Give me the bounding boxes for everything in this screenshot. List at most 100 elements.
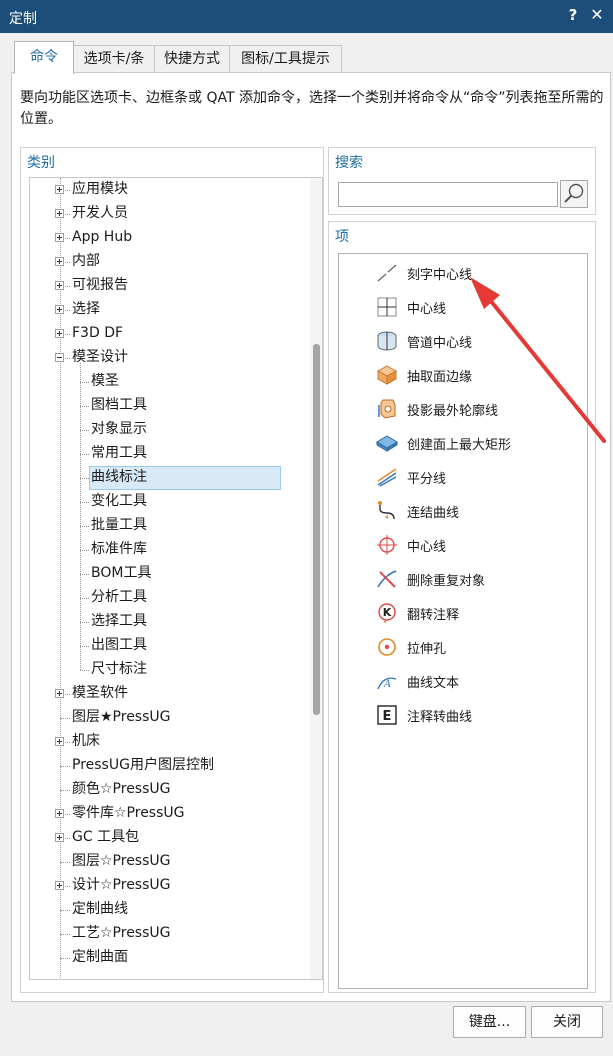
expand-icon[interactable] [55, 281, 64, 290]
bisector-icon [375, 465, 399, 489]
category-group: 类别 应用模块 开发人员 App Hub 内部 可视报告 选择 F3D DF 模圣设计 模圣 图档… [20, 147, 324, 993]
command-item-label: 中心线 [407, 302, 447, 317]
commands-panel: 要向功能区选项卡、边框条或 QAT 添加命令，选择一个类别并将命令从“命令”列表… [11, 72, 611, 1002]
project-outline-icon [375, 397, 399, 421]
tree-item[interactable]: 尺寸标注 [91, 658, 147, 682]
tab-shortcuts[interactable]: 快捷方式 [154, 45, 230, 73]
tree-item[interactable]: 标准件库 [91, 538, 147, 562]
command-item[interactable]: 管道中心线 [339, 325, 587, 357]
command-item-label: 管道中心线 [407, 336, 473, 351]
search-group: 搜索 [328, 147, 596, 215]
command-list[interactable]: 刻字中心线 中心线 管道中心线 抽取面边缘 投影最外轮廓线 创建面上最大矩形 平分线 连结曲线… [338, 253, 588, 989]
tree-item[interactable]: 定制曲面 [72, 946, 128, 970]
command-item[interactable]: 删除重复对象 [339, 563, 587, 595]
tree-item[interactable]: 零件库☆PressUG [72, 802, 185, 826]
instruction-text: 要向功能区选项卡、边框条或 QAT 添加命令，选择一个类别并将命令从“命令”列表… [20, 90, 604, 127]
tree-child-guide-line [80, 363, 81, 670]
tree-item[interactable]: 出图工具 [91, 634, 147, 658]
tree-item[interactable]: 颜色☆PressUG [72, 778, 171, 802]
tree-item[interactable]: 模圣软件 [72, 682, 128, 706]
command-item[interactable]: 平分线 [339, 461, 587, 493]
tree-item[interactable]: 选择 [72, 298, 100, 322]
tree-item[interactable]: 分析工具 [91, 586, 147, 610]
expand-icon[interactable] [55, 329, 64, 338]
annotation-to-curve-icon: E [375, 703, 399, 727]
expand-icon[interactable] [55, 209, 64, 218]
tree-item[interactable]: 应用模块 [72, 178, 128, 202]
command-item[interactable]: 连结曲线 [339, 495, 587, 527]
engrave-centerline-icon [375, 261, 399, 285]
tree-item[interactable]: 机床 [72, 730, 100, 754]
command-item[interactable]: 创建面上最大矩形 [339, 427, 587, 459]
tree-item[interactable]: 模圣 [91, 370, 119, 394]
expand-icon[interactable] [55, 257, 64, 266]
tree-item[interactable]: 批量工具 [91, 514, 147, 538]
command-item-label: 投影最外轮廓线 [407, 404, 499, 419]
help-button[interactable]: ? [565, 6, 581, 24]
expand-icon[interactable] [55, 881, 64, 890]
tree-item[interactable]: PressUG用户图层控制 [72, 754, 214, 778]
tree-item[interactable]: 对象显示 [91, 418, 147, 442]
command-item[interactable]: E 注释转曲线 [339, 699, 587, 731]
search-button[interactable] [560, 180, 588, 208]
tree-item[interactable]: 设计☆PressUG [72, 874, 171, 898]
tree-connector [80, 574, 89, 575]
tree-item[interactable]: 变化工具 [91, 490, 147, 514]
command-item[interactable]: K 翻转注释 [339, 597, 587, 629]
tree-connector [80, 406, 89, 407]
tree-item[interactable]: 开发人员 [72, 202, 128, 226]
svg-text:E: E [383, 709, 392, 724]
tree-connector [60, 934, 70, 935]
collapse-icon[interactable] [55, 353, 64, 362]
command-item[interactable]: 中心线 [339, 291, 587, 323]
flip-annotation-icon: K [375, 601, 399, 625]
tree-item[interactable]: 图层★PressUG [72, 706, 171, 730]
tree-item[interactable]: 曲线标注 [89, 466, 281, 490]
max-rectangle-icon [375, 431, 399, 455]
tree-item[interactable]: GC 工具包 [72, 826, 139, 850]
tree-item[interactable]: 可视报告 [72, 274, 128, 298]
tree-item[interactable]: App Hub [72, 226, 132, 250]
command-item[interactable]: 刻字中心线 [339, 257, 587, 289]
tree-item[interactable]: F3D DF [72, 322, 123, 346]
tab-commands[interactable]: 命令 [14, 41, 74, 74]
command-item[interactable]: 投影最外轮廓线 [339, 393, 587, 425]
expand-icon[interactable] [55, 689, 64, 698]
tree-scroll-thumb[interactable] [313, 344, 320, 715]
command-item-label: 删除重复对象 [407, 574, 486, 589]
tree-connector [80, 622, 89, 623]
expand-icon[interactable] [55, 233, 64, 242]
command-item[interactable]: 抽取面边缘 [339, 359, 587, 391]
tree-connector [60, 718, 70, 719]
tree-connector [80, 454, 89, 455]
expand-icon[interactable] [55, 185, 64, 194]
expand-icon[interactable] [55, 737, 64, 746]
tree-scrollbar[interactable] [310, 178, 322, 979]
tree-item[interactable]: 选择工具 [91, 610, 147, 634]
close-button[interactable]: 关闭 [531, 1006, 603, 1038]
close-window-button[interactable]: ✕ [588, 5, 606, 24]
command-item[interactable]: 拉伸孔 [339, 631, 587, 663]
tree-item[interactable]: 图层☆PressUG [72, 850, 171, 874]
command-item[interactable]: A 曲线文本 [339, 665, 587, 697]
svg-text:A: A [383, 679, 391, 690]
expand-icon[interactable] [55, 305, 64, 314]
expand-icon[interactable] [55, 809, 64, 818]
tree-item[interactable]: 工艺☆PressUG [72, 922, 171, 946]
tab-icons-tooltips[interactable]: 图标/工具提示 [229, 45, 342, 73]
tree-item[interactable]: 内部 [72, 250, 100, 274]
customize-dialog: 命令 选项卡/条 快捷方式 图标/工具提示 要向功能区选项卡、边框条或 QAT … [0, 33, 613, 1056]
command-item-label: 刻字中心线 [407, 268, 473, 283]
command-item[interactable]: 中心线 [339, 529, 587, 561]
expand-icon[interactable] [55, 833, 64, 842]
tree-connector [80, 646, 89, 647]
search-input[interactable] [338, 182, 558, 207]
crosshair-centerline-icon [375, 533, 399, 557]
tree-item[interactable]: 定制曲线 [72, 898, 128, 922]
tree-item[interactable]: 图档工具 [91, 394, 147, 418]
keyboard-button[interactable]: 键盘... [453, 1006, 526, 1038]
category-tree[interactable]: 应用模块 开发人员 App Hub 内部 可视报告 选择 F3D DF 模圣设计 模圣 图档工具对… [29, 177, 323, 980]
tree-item[interactable]: 常用工具 [91, 442, 147, 466]
tab-ribbon-tabs[interactable]: 选项卡/条 [73, 45, 155, 73]
tree-item[interactable]: BOM工具 [91, 562, 151, 586]
